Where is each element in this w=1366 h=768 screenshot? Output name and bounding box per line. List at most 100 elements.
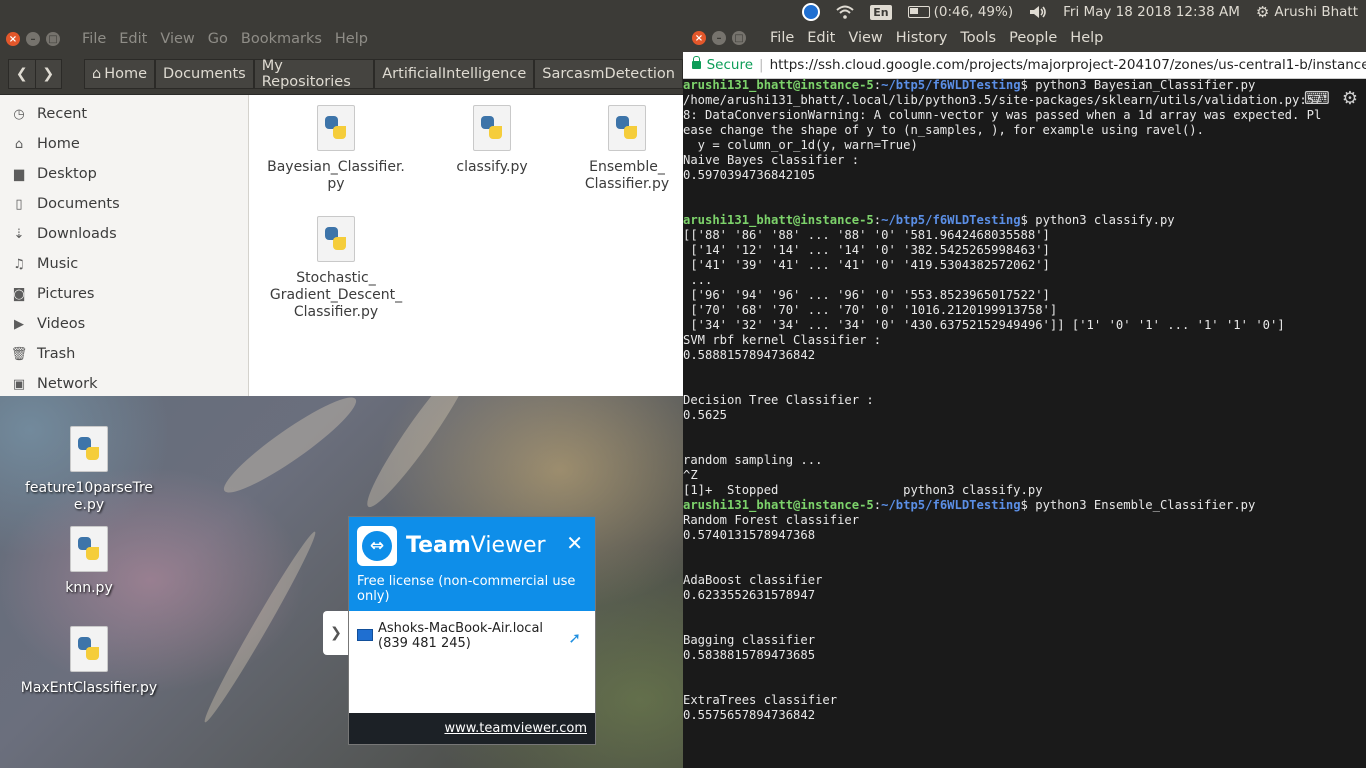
- terminal-toolbar: ⌨ ⚙: [1304, 88, 1358, 109]
- forward-button[interactable]: ❯: [35, 59, 62, 89]
- user-menu[interactable]: ⚙ Arushi Bhatt: [1256, 3, 1358, 21]
- menu-go[interactable]: Go: [208, 31, 228, 47]
- battery-indicator[interactable]: (0:46, 49%): [907, 4, 1014, 20]
- python-file-icon: [608, 105, 646, 151]
- prompt-dollar: $: [1020, 498, 1028, 512]
- video-icon: ▶: [14, 316, 24, 332]
- language-label: En: [870, 4, 892, 20]
- browser-menubar: File Edit View History Tools People Help: [770, 30, 1116, 46]
- browser-titlebar: × – □ File Edit View History Tools Peopl…: [683, 24, 1366, 52]
- python-file-icon: [473, 105, 511, 151]
- trash-icon: 🗑: [10, 346, 28, 362]
- teamviewer-tray-icon[interactable]: [802, 3, 821, 21]
- file-item-bayesian-classifier[interactable]: Bayesian_Classifier. py: [261, 105, 411, 193]
- computer-name: Ashoks-MacBook-Air.local: [378, 621, 544, 636]
- file-item-ensemble-classifier[interactable]: Ensemble_ Classifier.py: [571, 105, 683, 193]
- menu-tools[interactable]: Tools: [960, 30, 996, 46]
- menu-file[interactable]: File: [770, 30, 794, 46]
- terminal-output-line: ['34' '32' '34' ... '34' '0' '430.637521…: [683, 318, 1285, 332]
- sidebar-item-recent[interactable]: ◷ Recent: [0, 99, 248, 129]
- terminal-output-line: [['88' '86' '88' ... '88' '0' '581.96424…: [683, 228, 1050, 242]
- desktop-icon-feature10parsetree[interactable]: feature10parseTre e.py: [14, 426, 164, 514]
- maximize-window-button[interactable]: □: [46, 32, 60, 46]
- clock[interactable]: Fri May 18 2018 12:38 AM: [1063, 4, 1240, 20]
- python-file-icon: [70, 426, 108, 472]
- chevron-right-icon: ❯: [330, 625, 342, 641]
- wifi-icon[interactable]: [836, 5, 854, 19]
- close-icon[interactable]: ✕: [566, 531, 583, 555]
- sidebar-item-downloads[interactable]: ⇣ Downloads: [0, 219, 248, 249]
- breadcrumb-sarcasm-detection[interactable]: SarcasmDetection: [534, 59, 683, 89]
- python-file-icon: [70, 626, 108, 672]
- keyboard-language-indicator[interactable]: En: [870, 4, 892, 20]
- desktop-folder-icon: ▆: [14, 166, 24, 182]
- prompt-dollar: $: [1020, 213, 1028, 227]
- battery-label: (0:46, 49%): [933, 4, 1014, 20]
- desktop-icon-label: MaxEntClassifier.py: [20, 680, 158, 696]
- sidebar-item-documents[interactable]: ▯ Documents: [0, 189, 248, 219]
- sidebar-item-trash[interactable]: 🗑 Trash: [0, 339, 248, 369]
- menu-help[interactable]: Help: [335, 31, 368, 47]
- sidebar-item-home[interactable]: ⌂ Home: [0, 129, 248, 159]
- gear-icon[interactable]: ⚙: [1342, 88, 1358, 109]
- breadcrumb-documents[interactable]: Documents: [155, 59, 254, 89]
- minimize-window-button[interactable]: –: [26, 32, 40, 46]
- close-window-button[interactable]: ×: [6, 32, 20, 46]
- connect-arrow-icon[interactable]: ➚: [568, 629, 581, 647]
- menu-file[interactable]: File: [82, 31, 106, 47]
- menu-edit[interactable]: Edit: [119, 31, 147, 47]
- terminal-output-line: Bagging classifier: [683, 633, 816, 647]
- menu-history[interactable]: History: [896, 30, 948, 46]
- license-text: Free license (non-commercial use only): [357, 574, 576, 604]
- file-grid: Bayesian_Classifier. py classify.py Ense…: [256, 95, 683, 396]
- breadcrumb-artificial-intelligence[interactable]: ArtificialIntelligence: [374, 59, 535, 89]
- maximize-window-button[interactable]: □: [732, 31, 746, 45]
- menu-bookmarks[interactable]: Bookmarks: [241, 31, 322, 47]
- close-window-button[interactable]: ×: [692, 31, 706, 45]
- prompt-path: ~/btp5/f6WLDTesting: [881, 498, 1021, 512]
- menu-edit[interactable]: Edit: [807, 30, 835, 46]
- partner-computer-entry[interactable]: Ashoks-MacBook-Air.local (839 481 245): [357, 621, 587, 651]
- sidebar-item-pictures[interactable]: ◙ Pictures: [0, 279, 248, 309]
- terminal-output-line: 0.5970394736842105: [683, 168, 816, 182]
- minimize-window-button[interactable]: –: [712, 31, 726, 45]
- breadcrumb-my-repositories[interactable]: My Repositories: [253, 58, 375, 90]
- terminal-output-line: SVM rbf kernel Classifier :: [683, 333, 882, 347]
- sidebar-item-videos[interactable]: ▶ Videos: [0, 309, 248, 339]
- terminal-output[interactable]: arushi131_bhatt@instance-5:~/btp5/f6WLDT…: [683, 78, 1366, 768]
- camera-icon: ◙: [12, 286, 26, 302]
- lock-icon: [692, 56, 701, 69]
- terminal-output-line: 0.5625: [683, 408, 728, 422]
- breadcrumb-home[interactable]: ⌂ Home: [84, 59, 156, 89]
- file-item-stochastic-gradient-descent-classifier[interactable]: Stochastic_ Gradient_Descent_ Classifier…: [261, 216, 411, 321]
- menu-view[interactable]: View: [848, 30, 882, 46]
- menu-people[interactable]: People: [1009, 30, 1057, 46]
- sidebar-item-music[interactable]: ♫ Music: [0, 249, 248, 279]
- sidebar-item-label: Music: [37, 256, 79, 272]
- teamviewer-website-link[interactable]: www.teamviewer.com: [444, 721, 587, 736]
- sidebar-item-desktop[interactable]: ▆ Desktop: [0, 159, 248, 189]
- back-button[interactable]: ❮: [8, 59, 36, 89]
- file-item-classify[interactable]: classify.py: [417, 105, 567, 176]
- menu-view[interactable]: View: [160, 31, 194, 47]
- python-file-icon: [317, 216, 355, 262]
- wallpaper-grass-detail: [198, 528, 322, 726]
- document-icon: ▯: [15, 196, 23, 212]
- address-bar[interactable]: Secure | https://ssh.cloud.google.com/pr…: [683, 52, 1366, 79]
- desktop-icon-knn[interactable]: knn.py: [14, 526, 164, 597]
- desktop-icon-maxentclassifier[interactable]: MaxEntClassifier.py: [14, 626, 164, 697]
- command-text: python3 classify.py: [1027, 213, 1175, 227]
- file-name: classify.py: [456, 159, 528, 175]
- keyboard-icon[interactable]: ⌨: [1304, 88, 1330, 109]
- teamviewer-expand-tab[interactable]: ❯: [323, 611, 349, 655]
- menu-help[interactable]: Help: [1070, 30, 1103, 46]
- sidebar-item-network[interactable]: ▣ Network: [0, 369, 248, 399]
- python-file-icon: [70, 526, 108, 572]
- volume-icon[interactable]: [1029, 5, 1047, 19]
- prompt-user: arushi131_bhatt@instance-5: [683, 498, 874, 512]
- prompt-user: arushi131_bhatt@instance-5: [683, 78, 874, 92]
- user-name: Arushi Bhatt: [1274, 4, 1358, 20]
